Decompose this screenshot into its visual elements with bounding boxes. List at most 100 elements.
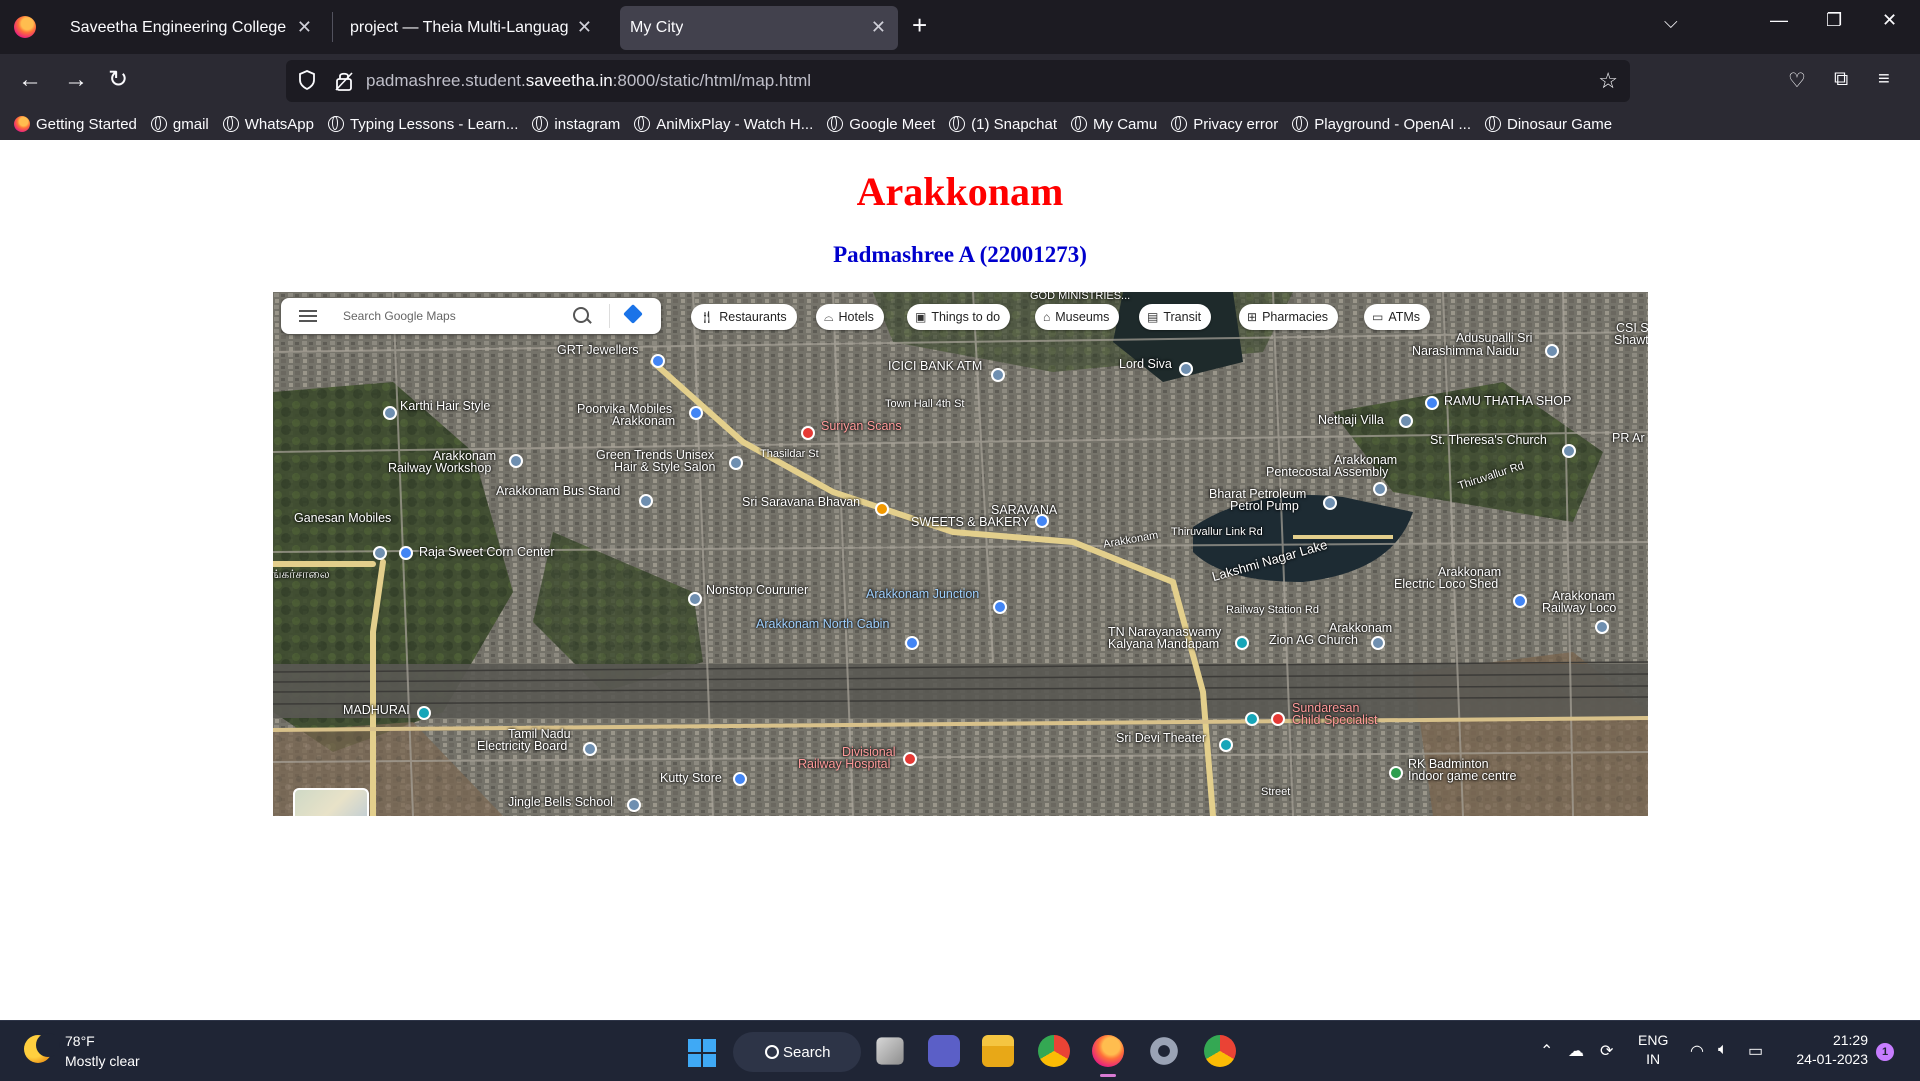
chip-pharmacies[interactable]: ⊞ Pharmacies — [1239, 304, 1339, 330]
layers-thumbnail[interactable] — [293, 788, 369, 816]
wifi-icon[interactable]: ◠ — [1690, 1041, 1704, 1061]
tab-my-city[interactable]: My City ✕ — [620, 6, 898, 50]
place-label[interactable]: Karthi Hair Style — [400, 400, 490, 413]
bookmark-getting-started[interactable]: Getting Started — [14, 116, 137, 133]
map-pin-icon[interactable] — [417, 706, 431, 720]
place-label[interactable]: Railway Hospital — [798, 758, 890, 771]
bookmark-my-camu[interactable]: My Camu — [1071, 116, 1157, 133]
map-pin-icon[interactable] — [1323, 496, 1337, 510]
chrome-icon[interactable] — [1038, 1035, 1070, 1067]
tab-project[interactable]: project — Theia Multi-Language Ex ✕ — [334, 6, 604, 50]
place-label[interactable]: SWEETS & BAKERY — [911, 516, 1030, 529]
hospital-pin-icon[interactable] — [903, 752, 917, 766]
place-label[interactable]: PR Ar — [1612, 432, 1645, 445]
volume-icon[interactable]: 🔈︎ — [1718, 1041, 1728, 1059]
tab-saveetha[interactable]: Saveetha Engineering College ✕ — [54, 6, 324, 50]
place-label[interactable]: RAMU THATHA SHOP — [1444, 395, 1571, 408]
map-pin-icon[interactable] — [583, 742, 597, 756]
list-all-tabs-icon[interactable]: ⌵ — [1664, 12, 1678, 33]
map-pin-icon[interactable] — [689, 406, 703, 420]
hospital-pin-icon[interactable] — [1271, 712, 1285, 726]
menu-icon[interactable]: ≡ — [1878, 68, 1890, 91]
map-pin-icon[interactable] — [383, 406, 397, 420]
map-pin-icon[interactable] — [1371, 636, 1385, 650]
extensions-icon[interactable]: ⧉ — [1834, 68, 1848, 91]
place-label[interactable]: Railway Loco — [1542, 602, 1616, 615]
place-label[interactable]: Indoor game centre — [1408, 770, 1516, 783]
battery-icon[interactable]: ▭ — [1748, 1041, 1763, 1061]
close-window-button[interactable]: ✕ — [1882, 10, 1897, 31]
map-pin-icon[interactable] — [1245, 712, 1259, 726]
place-label[interactable]: ICICI BANK ATM — [888, 360, 982, 373]
new-tab-button[interactable]: + — [912, 10, 927, 41]
bookmark-privacy-error[interactable]: Privacy error — [1171, 116, 1278, 133]
place-label[interactable]: Narashimma Naidu — [1412, 345, 1519, 358]
weather-condition[interactable]: Mostly clear — [65, 1053, 140, 1069]
place-label[interactable]: Lord Siva — [1119, 358, 1172, 371]
moon-weather-icon[interactable] — [24, 1033, 60, 1063]
map-pin-icon[interactable] — [1425, 396, 1439, 410]
place-label[interactable]: Petrol Pump — [1230, 500, 1299, 513]
close-tab-icon[interactable]: ✕ — [297, 17, 312, 38]
place-label[interactable]: GRT Jewellers — [557, 344, 639, 357]
place-label[interactable]: Ganesan Mobiles — [294, 512, 391, 525]
place-label[interactable]: Sri Saravana Bhavan — [742, 496, 860, 509]
map-pin-icon[interactable] — [688, 592, 702, 606]
map-pin-icon[interactable] — [373, 546, 387, 560]
place-label[interactable]: GOD MINISTRIES... — [1030, 292, 1130, 303]
map-pin-icon[interactable] — [509, 454, 523, 468]
map-pin-icon[interactable] — [991, 368, 1005, 382]
onedrive-cloud-icon[interactable]: ☁ — [1568, 1041, 1584, 1061]
sync-icon[interactable]: ⟳ — [1600, 1041, 1613, 1061]
chip-transit[interactable]: ▤ Transit — [1139, 304, 1212, 330]
chip-atms[interactable]: ▭ ATMs — [1364, 304, 1431, 330]
map-pin-icon[interactable] — [1545, 344, 1559, 358]
place-label[interactable]: Raja Sweet Corn Center — [419, 546, 554, 559]
weather-temperature[interactable]: 78°F — [65, 1033, 95, 1049]
place-label[interactable]: Zion AG Church — [1269, 634, 1358, 647]
map-pin-icon[interactable] — [733, 772, 747, 786]
system-clock[interactable]: 21:29 24-01-2023 — [1788, 1031, 1868, 1069]
embedded-map[interactable]: Search Google Maps 🍴︎ Restaurants ⌓ Hotels… — [273, 292, 1648, 816]
place-label[interactable]: Kalyana Mandapam — [1108, 638, 1219, 651]
place-label[interactable]: Arakkonam — [612, 415, 675, 428]
transit-pin-icon[interactable] — [905, 636, 919, 650]
chip-hotels[interactable]: ⌓ Hotels — [816, 304, 884, 330]
windows-start-icon[interactable] — [688, 1039, 716, 1067]
bookmark-playground-openai[interactable]: Playground - OpenAI ... — [1292, 116, 1471, 133]
close-tab-icon[interactable]: ✕ — [577, 17, 592, 38]
bookmark-star-icon[interactable]: ☆ — [1598, 68, 1618, 94]
close-tab-icon[interactable]: ✕ — [871, 17, 886, 38]
transit-pin-icon[interactable] — [993, 600, 1007, 614]
bookmark-dinosaur-game[interactable]: Dinosaur Game — [1485, 116, 1612, 133]
file-explorer-icon[interactable] — [982, 1035, 1014, 1067]
place-label[interactable]: Hair & Style Salon — [614, 461, 715, 474]
map-pin-icon[interactable] — [1035, 514, 1049, 528]
map-pin-icon[interactable] — [1389, 766, 1403, 780]
place-label[interactable]: Electric Loco Shed — [1394, 578, 1498, 591]
chevron-up-icon[interactable]: ⌃ — [1540, 1041, 1553, 1061]
place-label[interactable]: Pentecostal Assembly — [1266, 466, 1388, 479]
map-pin-icon[interactable] — [399, 546, 413, 560]
map-pin-icon[interactable] — [627, 798, 641, 812]
reload-icon[interactable]: ↻ — [108, 66, 128, 94]
bookmark-gmail[interactable]: gmail — [150, 116, 209, 133]
place-label[interactable]: Child Specialist — [1292, 714, 1377, 727]
bookmark-snapchat[interactable]: (1) Snapchat — [949, 116, 1057, 133]
map-pin-icon[interactable] — [1235, 636, 1249, 650]
map-pin-icon[interactable] — [1399, 414, 1413, 428]
shield-icon[interactable] — [298, 70, 316, 90]
place-label[interactable]: Nonstop Coururier — [706, 584, 808, 597]
place-label[interactable]: Arakkonam North Cabin — [756, 618, 889, 631]
map-pin-icon[interactable] — [1562, 444, 1576, 458]
forward-arrow-icon[interactable]: → — [64, 66, 88, 94]
map-pin-icon[interactable] — [639, 494, 653, 508]
chip-museums[interactable]: ⌂ Museums — [1035, 304, 1120, 330]
firefox-taskbar-icon[interactable] — [1092, 1035, 1124, 1077]
chrome-profile-icon[interactable] — [1204, 1035, 1236, 1067]
place-label[interactable]: Arakkonam Bus Stand — [496, 485, 620, 498]
task-view-icon[interactable] — [876, 1037, 904, 1065]
map-pin-icon[interactable] — [1373, 482, 1387, 496]
chip-restaurants[interactable]: 🍴︎ Restaurants — [691, 304, 797, 330]
map-pin-icon[interactable] — [1513, 594, 1527, 608]
